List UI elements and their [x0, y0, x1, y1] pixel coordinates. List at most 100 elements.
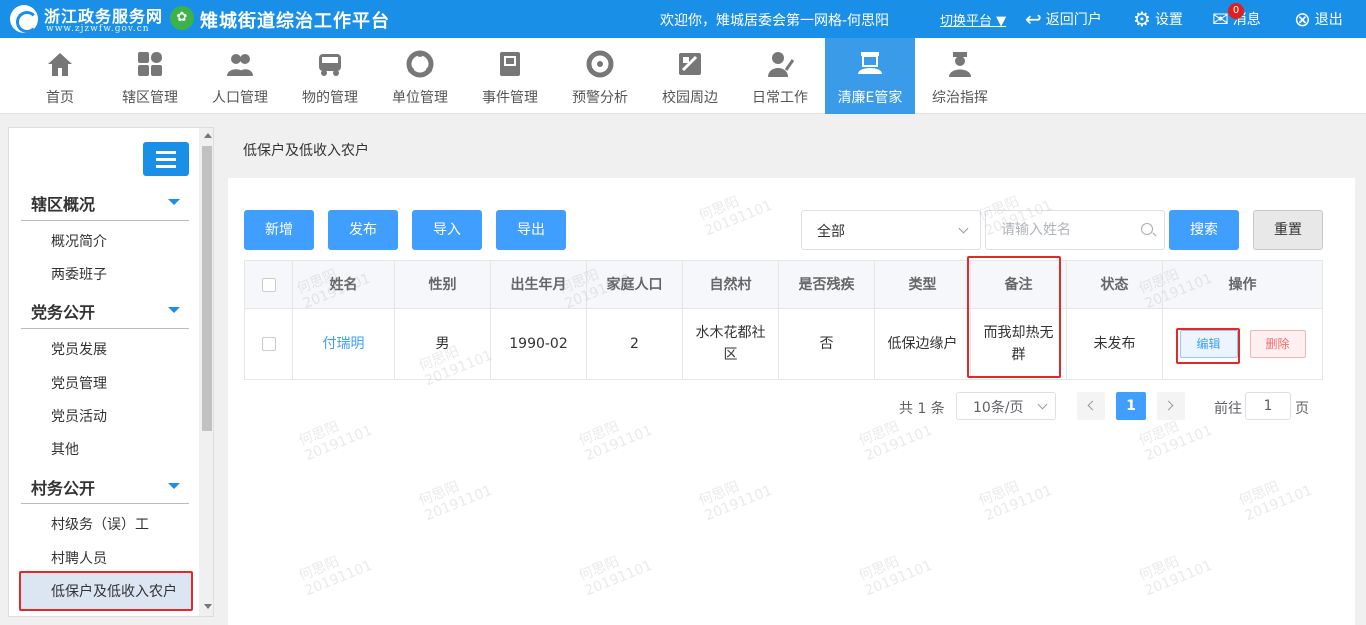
row-disabled: 否	[779, 309, 875, 379]
nav-item-things[interactable]: 物的管理	[285, 38, 375, 114]
divider	[21, 503, 189, 504]
scroll-down-icon[interactable]	[204, 604, 212, 609]
nav-item-daily[interactable]: 日常工作	[735, 38, 825, 114]
page-size-select[interactable]: 10条/页	[956, 392, 1056, 420]
add-button[interactable]: 新增	[244, 210, 314, 250]
divider	[21, 220, 189, 221]
grid-icon	[138, 52, 162, 76]
row-status: 未发布	[1067, 309, 1163, 379]
message-count-badge: 0	[1228, 3, 1244, 19]
nav-label: 清廉E管家	[837, 90, 903, 106]
edit-button-highlight	[1176, 328, 1240, 364]
delete-button[interactable]: 删除	[1249, 330, 1306, 358]
switch-platform-link[interactable]: 切换平台 ▼	[940, 10, 1006, 29]
header-type[interactable]: 类型	[875, 261, 971, 308]
filter-select-value: 全部	[817, 224, 845, 240]
header-village[interactable]: 自然村	[683, 261, 779, 308]
return-icon: ↩	[1025, 7, 1042, 31]
book-icon	[500, 52, 520, 76]
home-icon	[48, 53, 72, 76]
nav-item-home[interactable]: 首页	[15, 38, 105, 114]
sidebar-section-district[interactable]: 辖区概况	[31, 191, 95, 215]
nav-label: 辖区管理	[122, 90, 178, 106]
logout-label: 退出	[1314, 12, 1343, 28]
portal-url: www.zjzwfw.gov.cn	[46, 24, 150, 34]
top-bar: 浙江政务服务网 www.zjzwfw.gov.cn ✿ 雉城街道综治工作平台 欢…	[0, 0, 1366, 38]
people-icon	[227, 54, 253, 76]
goto-prefix: 前往	[1214, 401, 1242, 417]
sidebar-item-party-management[interactable]: 党员管理	[51, 373, 107, 393]
import-button[interactable]: 导入	[412, 210, 482, 250]
nav-label: 日常工作	[752, 90, 808, 106]
sidebar: 辖区概况 概况简介 两委班子 党务公开 党员发展 党员管理 党员活动 其他 村务…	[8, 127, 214, 617]
warning-icon	[586, 50, 614, 78]
page-size-value: 10条/页	[973, 400, 1024, 416]
name-search-input[interactable]	[985, 210, 1165, 250]
sidebar-item-committee[interactable]: 两委班子	[51, 264, 107, 284]
sidebar-item-village-work[interactable]: 村级务（误）工	[51, 514, 149, 534]
sidebar-item-low-income[interactable]: 低保户及低收入农户	[51, 581, 177, 601]
nav-label: 人口管理	[212, 90, 268, 106]
row-family: 2	[587, 309, 683, 379]
table-row[interactable]: 付瑞明 男 1990-02 2 水木花都社区 否 低保边缘户 而我却热无群 未发…	[245, 309, 1322, 379]
nav-item-command[interactable]: 综治指挥	[915, 38, 1005, 114]
nav-item-campus[interactable]: 校园周边	[645, 38, 735, 114]
header-birth[interactable]: 出生年月	[491, 261, 587, 308]
caret-down-icon[interactable]	[168, 199, 180, 205]
sidebar-item-party-development[interactable]: 党员发展	[51, 339, 107, 359]
caret-down-icon[interactable]	[168, 483, 180, 489]
nav-label: 综治指挥	[932, 90, 988, 106]
header-status[interactable]: 状态	[1067, 261, 1163, 308]
nav-item-warning[interactable]: 预警分析	[555, 38, 645, 114]
school-icon	[679, 53, 701, 75]
caret-down-icon[interactable]	[168, 307, 180, 313]
settings-button[interactable]: ⚙ 设置	[1133, 0, 1183, 38]
table-header-row: 姓名 性别 出生年月 家庭人口 自然村 是否残疾 类型 备注 状态 操作	[245, 261, 1322, 309]
filter-select[interactable]: 全部	[801, 210, 981, 250]
menu-toggle-button[interactable]	[143, 142, 189, 176]
breadcrumb: 低保户及低收入农户	[243, 143, 369, 159]
goto-suffix: 页	[1295, 401, 1309, 417]
remark-column-highlight	[967, 256, 1061, 378]
welcome-text: 欢迎你，雉城居委会第一网格-何思阳	[660, 13, 890, 29]
nav-item-district[interactable]: 辖区管理	[105, 38, 195, 114]
sidebar-section-party[interactable]: 党务公开	[31, 299, 95, 323]
sidebar-item-other[interactable]: 其他	[51, 439, 79, 459]
sidebar-section-village[interactable]: 村务公开	[31, 475, 95, 499]
goto-page-input[interactable]: 1	[1245, 392, 1291, 420]
nav-item-units[interactable]: 单位管理	[375, 38, 465, 114]
return-portal-button[interactable]: ↩ 返回门户	[1025, 0, 1102, 38]
select-all-checkbox[interactable]	[261, 277, 276, 292]
org-icon	[406, 50, 434, 78]
reset-button[interactable]: 重置	[1253, 210, 1323, 250]
sidebar-item-village-staff[interactable]: 村聘人员	[51, 548, 107, 568]
page-number-1[interactable]: 1	[1116, 392, 1146, 420]
export-button[interactable]: 导出	[496, 210, 566, 250]
chevron-down-icon	[1037, 399, 1048, 410]
header-actions: 操作	[1228, 276, 1257, 293]
nav-item-integrity[interactable]: 清廉E管家	[825, 38, 915, 114]
header-disabled[interactable]: 是否残疾	[779, 261, 875, 308]
sidebar-item-overview[interactable]: 概况简介	[51, 231, 107, 251]
app-logo-icon: ✿	[170, 6, 194, 30]
nav-item-events[interactable]: 事件管理	[465, 38, 555, 114]
search-button[interactable]: 搜索	[1169, 210, 1239, 250]
vehicle-icon	[319, 54, 341, 76]
search-icon	[1141, 223, 1153, 235]
nav-label: 物的管理	[302, 90, 358, 106]
nav-label: 校园周边	[662, 90, 718, 106]
row-checkbox[interactable]	[261, 337, 276, 351]
header-gender[interactable]: 性别	[395, 261, 491, 308]
scroll-up-icon[interactable]	[204, 133, 212, 138]
header-name[interactable]: 姓名	[293, 261, 395, 308]
nav-item-population[interactable]: 人口管理	[195, 38, 285, 114]
prev-page-button[interactable]	[1077, 392, 1105, 420]
sidebar-item-party-activity[interactable]: 党员活动	[51, 406, 107, 426]
header-family[interactable]: 家庭人口	[587, 261, 683, 308]
row-name-link[interactable]: 付瑞明	[293, 309, 395, 379]
next-page-button[interactable]	[1157, 392, 1185, 420]
publish-button[interactable]: 发布	[328, 210, 398, 250]
sidebar-scroll-thumb[interactable]	[202, 146, 212, 431]
logout-button[interactable]: ⊗ 退出	[1294, 0, 1343, 38]
chevron-right-icon	[1163, 400, 1174, 411]
